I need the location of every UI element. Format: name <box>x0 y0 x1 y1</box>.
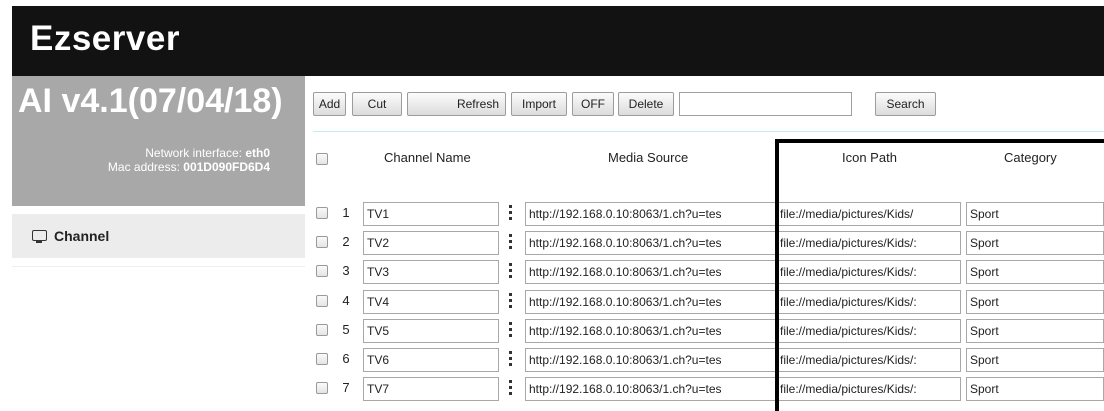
icon-path-input[interactable] <box>776 202 961 226</box>
import-button[interactable]: Import <box>511 92 567 116</box>
category-input[interactable] <box>966 289 1104 314</box>
table-row: 1 <box>313 199 1104 229</box>
category-input[interactable] <box>966 231 1104 256</box>
icon-path-input[interactable] <box>776 318 961 343</box>
app-title: Ezserver <box>30 19 180 58</box>
more-options-icon[interactable] <box>507 291 515 311</box>
row-number: 7 <box>342 380 350 396</box>
category-input[interactable] <box>966 318 1104 343</box>
mac-address-label: Mac address: <box>107 160 180 174</box>
mac-address-value: 001D090FD6D4 <box>183 160 270 174</box>
icon-path-input[interactable] <box>776 260 961 285</box>
column-header-media-source: Media Source <box>608 150 689 165</box>
more-options-icon[interactable] <box>507 378 515 398</box>
more-options-icon[interactable] <box>507 349 515 369</box>
category-input[interactable] <box>966 260 1104 285</box>
more-options-icon[interactable] <box>507 320 515 340</box>
table-row: 3 <box>313 257 1104 287</box>
network-interface-value: eth0 <box>245 146 270 160</box>
row-number: 3 <box>342 263 350 279</box>
media-source-input[interactable] <box>525 318 776 343</box>
row-checkbox[interactable] <box>316 265 328 278</box>
channel-name-input[interactable] <box>363 318 499 343</box>
category-input[interactable] <box>966 202 1104 226</box>
table-row: 2 <box>313 228 1104 258</box>
media-source-input[interactable] <box>525 202 776 226</box>
icon-path-input[interactable] <box>776 348 961 372</box>
row-number: 6 <box>342 351 350 366</box>
search-input[interactable] <box>679 92 852 116</box>
media-source-input[interactable] <box>525 377 776 402</box>
channel-name-input[interactable] <box>363 348 499 372</box>
column-header-icon-path: Icon Path <box>842 150 897 165</box>
table-row: 6 <box>313 345 1104 375</box>
row-number: 1 <box>342 205 350 220</box>
off-button[interactable]: OFF <box>572 92 614 116</box>
row-checkbox[interactable] <box>316 236 328 249</box>
channel-name-input[interactable] <box>363 289 499 314</box>
delete-button[interactable]: Delete <box>618 92 674 116</box>
table-row: 7 <box>313 374 1104 404</box>
column-header-channel-name: Channel Name <box>384 150 471 165</box>
category-input[interactable] <box>966 348 1104 372</box>
media-source-input[interactable] <box>525 348 776 372</box>
add-button[interactable]: Add <box>313 92 346 116</box>
refresh-button[interactable]: Refresh <box>407 92 506 116</box>
row-number: 4 <box>342 292 350 308</box>
channel-name-input[interactable] <box>363 231 499 256</box>
app-header: Ezserver <box>0 0 1104 76</box>
sidebar-item-channel[interactable]: Channel <box>12 214 305 258</box>
icon-path-input[interactable] <box>776 289 961 314</box>
media-source-input[interactable] <box>525 260 776 285</box>
monitor-icon <box>32 230 47 243</box>
channel-name-input[interactable] <box>363 260 499 285</box>
row-checkbox[interactable] <box>316 294 328 307</box>
row-number: 5 <box>342 321 350 337</box>
more-options-icon[interactable] <box>507 203 515 223</box>
icon-path-input[interactable] <box>776 231 961 256</box>
network-info: Network interface: eth0 Mac address: 001… <box>40 146 270 174</box>
column-header-category: Category <box>1004 150 1057 165</box>
more-options-icon[interactable] <box>507 261 515 281</box>
row-checkbox[interactable] <box>316 323 328 336</box>
more-options-icon[interactable] <box>507 232 515 252</box>
table-row: 4 <box>313 287 1104 317</box>
device-info-panel: AI v4.1(07/04/18) Network interface: eth… <box>12 76 305 206</box>
media-source-input[interactable] <box>525 289 776 314</box>
row-checkbox[interactable] <box>316 353 328 365</box>
network-interface-label: Network interface: <box>145 146 242 160</box>
header-bar: Ezserver <box>12 6 1104 76</box>
row-number: 2 <box>342 234 350 250</box>
table-row: 5 <box>313 316 1104 346</box>
sidebar: AI v4.1(07/04/18) Network interface: eth… <box>12 76 305 411</box>
sidebar-item-label: Channel <box>54 228 110 244</box>
row-checkbox[interactable] <box>316 382 328 395</box>
channel-name-input[interactable] <box>363 377 499 402</box>
media-source-input[interactable] <box>525 231 776 256</box>
select-all-checkbox[interactable] <box>316 153 328 165</box>
category-input[interactable] <box>966 377 1104 402</box>
firmware-version: AI v4.1(07/04/18) <box>18 82 283 120</box>
row-checkbox[interactable] <box>316 207 328 219</box>
icon-path-input[interactable] <box>776 377 961 402</box>
cut-button[interactable]: Cut <box>352 92 402 116</box>
channel-name-input[interactable] <box>363 202 499 226</box>
search-button[interactable]: Search <box>875 92 936 116</box>
toolbar-divider <box>313 131 1104 132</box>
sidebar-divider <box>12 266 305 267</box>
